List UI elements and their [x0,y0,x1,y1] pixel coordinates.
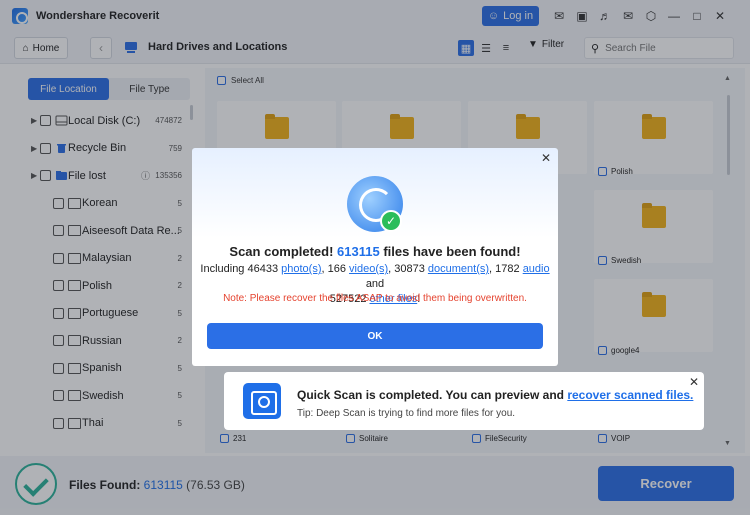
close-icon[interactable]: ✕ [541,151,551,165]
summary-text: , 30873 [388,263,428,275]
heading-count: 613115 [337,244,380,259]
documents-link[interactable]: document(s) [428,263,489,275]
summary-text: and [365,278,385,290]
heading-text: Scan completed! [229,244,338,259]
recover-scanned-files-link[interactable]: recover scanned files. [567,388,693,402]
audio-link[interactable]: audio [523,263,550,275]
summary-text: , 166 [321,263,350,275]
scan-preview-icon [243,383,281,419]
close-icon[interactable]: ✕ [689,375,699,389]
dialog-heading: Scan completed! 613115 files have been f… [192,244,558,259]
toast-title-text: Quick Scan is completed. You can preview… [297,388,568,402]
videos-link[interactable]: video(s) [349,263,388,275]
toast-title: Quick Scan is completed. You can preview… [297,388,693,402]
summary-text: , 1782 [489,263,523,275]
heading-text: files have been found! [379,244,521,259]
photos-link[interactable]: photo(s) [281,263,321,275]
scan-complete-dialog: ✕ ✓ Scan completed! 613115 files have be… [192,148,558,366]
summary-text: Including 46433 [200,263,282,275]
check-badge-icon: ✓ [380,210,402,232]
dialog-warning: Note: Please recover the files ASAP to a… [223,293,527,304]
quick-scan-toast: Quick Scan is completed. You can preview… [224,372,704,430]
toast-tip: Tip: Deep Scan is trying to find more fi… [297,408,516,419]
ok-button[interactable]: OK [207,323,543,349]
